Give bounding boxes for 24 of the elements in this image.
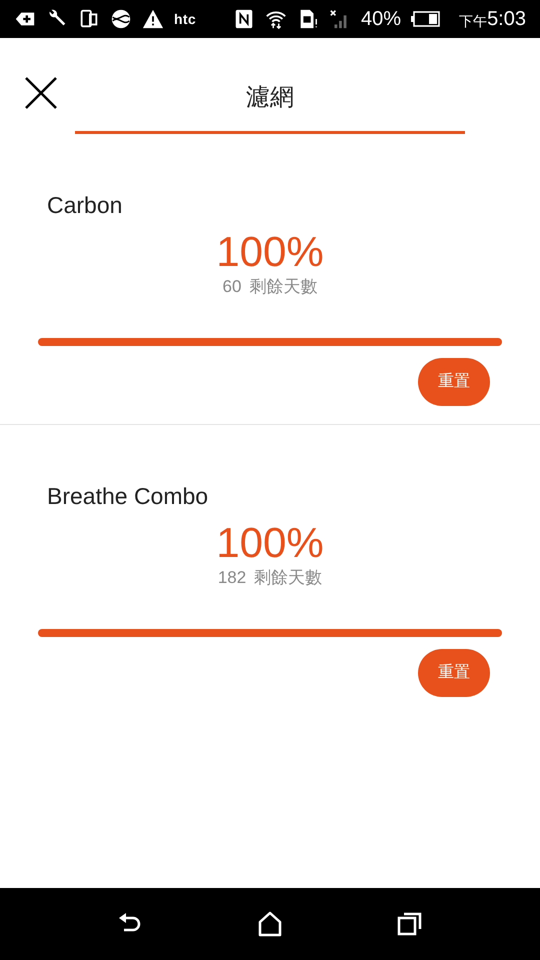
filter-percent: 100% [216, 228, 324, 276]
close-icon [24, 76, 58, 110]
filter-name: Carbon [47, 191, 124, 220]
recent-apps-icon [397, 911, 423, 937]
reset-button[interactable]: 重置 [418, 649, 490, 697]
brand-logo: htc [174, 10, 196, 28]
home-icon [257, 911, 283, 937]
filter-name: Breathe Combo [47, 482, 210, 511]
recent-apps-button[interactable] [397, 911, 423, 937]
battery-percent: 40% [361, 7, 402, 32]
days-count: 60 [222, 276, 242, 298]
nfc-icon [233, 8, 256, 30]
screen-title: 濾網 [246, 83, 294, 113]
home-button[interactable] [257, 911, 283, 937]
reset-button[interactable]: 重置 [418, 358, 490, 406]
devices-icon [78, 8, 100, 30]
days-count: 182 [218, 567, 246, 589]
close-button[interactable] [24, 76, 58, 110]
days-label: 剩餘天數 [254, 567, 322, 589]
days-label: 剩餘天數 [249, 276, 318, 298]
filter-percent: 100% [216, 519, 324, 567]
time-period: 下午 [459, 12, 488, 31]
clock-time: 5:03 [487, 7, 526, 32]
warning-icon [142, 8, 164, 30]
